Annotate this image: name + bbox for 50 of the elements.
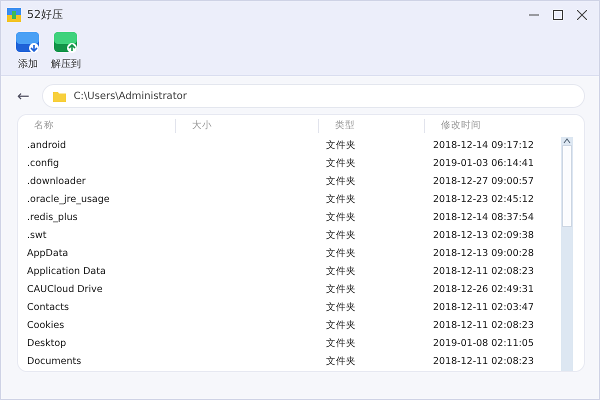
table-cell-text: .oracle_jre_usage [26, 192, 111, 207]
table-cell-text: 2018-12-11 02:08:23 [432, 318, 535, 333]
table-cell-text: CAUCloud Drive [26, 282, 104, 297]
app-logo-icon [7, 8, 21, 22]
table-cell-text: AppData [26, 246, 70, 261]
table-cell-text: 文件夹 [325, 300, 357, 315]
table-cell-text: Desktop [26, 336, 68, 351]
table-cell-text: 文件夹 [325, 282, 357, 297]
table-cell-text: 2018-12-11 02:08:23 [432, 264, 535, 279]
table-cell-text: 2018-12-23 02:45:12 [432, 192, 535, 207]
table-cell-text: 文件夹 [325, 354, 357, 369]
table-cell-text: 2018-12-14 09:17:12 [432, 138, 535, 153]
table-cell-text: 文件夹 [325, 228, 357, 243]
table-cell-text: 2018-12-26 02:49:31 [432, 282, 535, 297]
table-cell-text: 2019-01-08 02:11:05 [432, 336, 535, 351]
table-cell-text: 2018-12-11 02:08:23 [432, 354, 535, 369]
table-cell-text: 文件夹 [325, 210, 357, 225]
window-title: 52好压 [27, 6, 63, 23]
table-cell-text: Cookies [26, 318, 66, 333]
path-field[interactable]: C:\Users\Administrator [42, 84, 585, 108]
table-cell-text: .config [26, 156, 60, 171]
table-cell-text: Contacts [26, 300, 70, 315]
table-cell-text: .android [26, 138, 68, 153]
maximize-icon[interactable] [553, 10, 563, 20]
table-cell-text: 文件夹 [325, 264, 357, 279]
table-cell-text: 2018-12-14 08:37:54 [432, 210, 535, 225]
table-cell-text: 2019-01-03 06:14:41 [432, 156, 535, 171]
back-button[interactable]: ← [17, 88, 30, 104]
table-cell-text: 2018-12-27 09:00:57 [432, 174, 535, 189]
table-cell-text: 文件夹 [325, 336, 357, 351]
table-cell-text: Documents [26, 354, 82, 369]
table-cell-text: 文件夹 [325, 318, 357, 333]
scroll-up-icon[interactable] [563, 137, 571, 145]
toolbar-button[interactable]: 解压到 [51, 31, 81, 73]
table-cell-text: 2018-12-11 02:03:47 [432, 300, 535, 315]
table-cell-text: 文件夹 [325, 174, 357, 189]
table-cell-text: 文件夹 [325, 192, 357, 207]
table-cell-text: 2018-12-13 02:09:38 [432, 228, 535, 243]
scrollbar[interactable] [561, 137, 573, 371]
table-cell-text: Application Data [26, 264, 107, 279]
table-cell-text: 文件夹 [325, 138, 357, 153]
table-cell-text: 2018-12-13 09:00:28 [432, 246, 535, 261]
folder-icon [52, 90, 66, 102]
table-cell-text: .redis_plus [26, 210, 79, 225]
table-cell-text: .downloader [26, 174, 87, 189]
table-cell-text: 文件夹 [325, 246, 357, 261]
close-icon[interactable] [577, 10, 587, 20]
toolbar-button[interactable]: 添加 [15, 31, 41, 73]
table-cell-text: .swt [26, 228, 48, 243]
table-cell-text: 文件夹 [325, 156, 357, 171]
